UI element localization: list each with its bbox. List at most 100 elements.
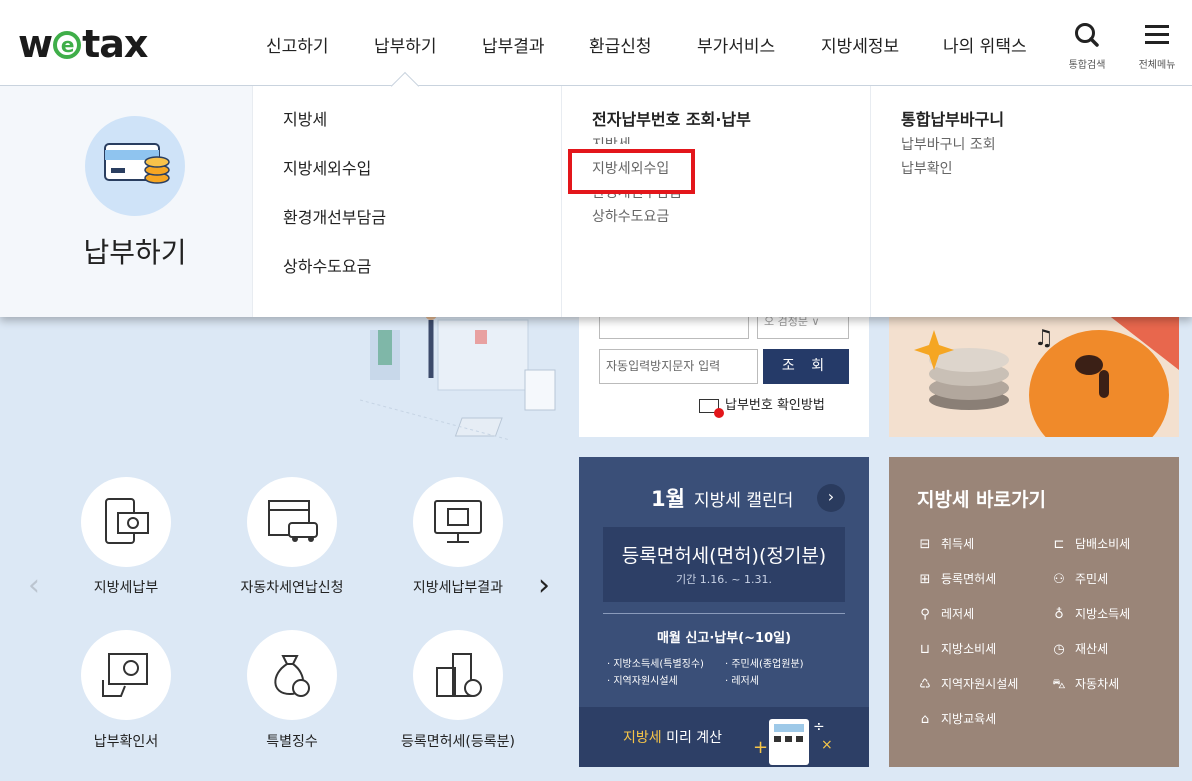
- plus-box-icon: ⊞: [919, 572, 931, 587]
- quick-special-collection[interactable]: [247, 630, 337, 720]
- nav-extra-services[interactable]: 부가서비스: [697, 32, 775, 57]
- quick-label-car-tax-annual[interactable]: 자동차세연납신청: [202, 577, 382, 597]
- mascot-coin-illustration: ♫: [914, 300, 1179, 437]
- shortcut-title: 지방세 바로가기: [917, 489, 1046, 511]
- monthly-item: · 지역자원시설세: [607, 676, 678, 687]
- main-event-title: 등록면허세(면허)(정기분): [621, 545, 827, 567]
- monitor-folder-icon: [434, 500, 482, 543]
- monthly-item: · 지방소득세(특별징수): [607, 659, 704, 670]
- certificate-hand-icon: [102, 653, 148, 697]
- highlight-box: [568, 149, 695, 194]
- card-coins-icon: [104, 143, 170, 184]
- mega-col-integrated-basket: 통합납부바구니 납부바구니 조회 납부확인: [870, 86, 1192, 317]
- shortcut-registration-license-tax[interactable]: ⊞ 등록면허세: [917, 570, 997, 587]
- tax-precalc-button[interactable]: 지방세 미리 계산 + ÷ ×: [579, 707, 869, 767]
- shortcut-local-education-tax[interactable]: ⌂ 지방교육세: [917, 710, 996, 727]
- lookup-button[interactable]: 조 회: [763, 349, 849, 384]
- calendar-next-icon[interactable]: ›: [817, 484, 845, 512]
- bag-icon: ♁: [1054, 607, 1064, 622]
- main-event-period: 기간 1.16. ~ 1.31.: [676, 573, 772, 586]
- shortcut-acquisition-tax[interactable]: ⊟ 취득세: [917, 535, 975, 552]
- mega-col-electronic-payment: 전자납부번호 조회·납부 지방세 지방세외수입 환경개선부담금 상하수도요금: [561, 86, 871, 317]
- cart-icon: ⊔: [919, 642, 931, 657]
- mega-sub-water-fee[interactable]: 상하수도요금: [592, 206, 669, 226]
- mega-head-integrated-basket[interactable]: 통합납부바구니: [901, 106, 1004, 130]
- search-label: 통합검색: [1068, 60, 1106, 71]
- quick-label-payment-certificate[interactable]: 납부확인서: [36, 731, 216, 751]
- quick-payment-result[interactable]: [413, 477, 503, 567]
- calendar-main-event[interactable]: 등록면허세(면허)(정기분) 기간 1.16. ~ 1.31.: [603, 527, 845, 602]
- mega-sub-basket-lookup[interactable]: 납부바구니 조회: [901, 134, 996, 154]
- mega-item-environment-charge[interactable]: 환경개선부담금: [283, 204, 386, 228]
- buildings-icon: [436, 653, 482, 697]
- payment-number-help-link[interactable]: 납부번호 확인방법: [699, 394, 825, 418]
- mega-menu-intro: 납부하기: [0, 86, 252, 317]
- site-header: w e tax 신고하기 납부하기 납부결과 환급신청 부가서비스 지방세정보 나의…: [0, 0, 1192, 86]
- shortcut-tobacco-tax[interactable]: ⊏ 담배소비세: [1051, 535, 1131, 552]
- mega-sub-payment-confirm[interactable]: 납부확인: [901, 158, 953, 178]
- cigarette-icon: ⊏: [1053, 537, 1065, 552]
- mega-item-non-tax-revenue[interactable]: 지방세외수입: [283, 155, 371, 179]
- clock-icon: ◷: [1053, 642, 1065, 657]
- calendar-heading: 1월 지방세 캘린더: [651, 483, 793, 513]
- quick-label-registration-license-tax[interactable]: 등록면허세(등록분): [368, 731, 548, 751]
- wetax-logo[interactable]: w e tax: [18, 22, 148, 66]
- captcha-input[interactable]: 자동입력방지문자 입력: [599, 349, 758, 384]
- mobile-bill-icon: [105, 498, 149, 544]
- all-menu-label: 전체메뉴: [1138, 60, 1176, 71]
- search-tool[interactable]: 통합검색: [1062, 22, 1112, 71]
- shortcut-leisure-tax[interactable]: ⚲ 레저세: [917, 605, 974, 622]
- svg-text:÷: ÷: [813, 719, 825, 735]
- quick-label-special-collection[interactable]: 특별징수: [202, 731, 382, 751]
- bicycle-icon: ⚲: [920, 607, 930, 622]
- calendar-car-icon: [268, 500, 318, 542]
- svg-text:+: +: [753, 737, 768, 758]
- mega-col-payment-types: 지방세 지방세외수입 환경개선부담금 상하수도요금: [252, 86, 562, 317]
- quick-label-payment-result[interactable]: 지방세납부결과: [368, 577, 548, 597]
- mega-menu-circle: [85, 116, 185, 216]
- shortcut-property-tax[interactable]: ◷ 재산세: [1051, 640, 1108, 657]
- svg-text:×: ×: [821, 737, 833, 753]
- mega-menu-title: 납부하기: [83, 236, 187, 269]
- graduation-cap-icon: ⌂: [920, 712, 930, 727]
- mega-item-local-tax[interactable]: 지방세: [283, 106, 327, 130]
- shortcut-automobile-tax[interactable]: ⛍ 자동차세: [1051, 675, 1119, 694]
- nav-my-wetax[interactable]: 나의 위택스: [943, 32, 1027, 57]
- calendar-month: 1월: [651, 487, 685, 511]
- nav-payment[interactable]: 납부하기: [374, 32, 437, 57]
- payment-lookup-card: 오 검정문 ∨ 자동입력방지문자 입력 조 회 납부번호 확인방법: [579, 300, 869, 437]
- quick-payment-certificate[interactable]: [81, 630, 171, 720]
- shortcut-local-consumption-tax[interactable]: ⊔ 지방소비세: [917, 640, 996, 657]
- payment-mega-menu: 납부하기 지방세 지방세외수입 환경개선부담금 상하수도요금 전자납부번호 조회…: [0, 86, 1192, 317]
- all-menu-tool[interactable]: 전체메뉴: [1132, 22, 1182, 71]
- quick-label-local-tax-payment[interactable]: 지방세납부: [36, 577, 216, 597]
- calendar-title: 지방세 캘린더: [694, 491, 794, 511]
- promo-banner[interactable]: ♫: [889, 300, 1179, 437]
- quick-car-tax-annual[interactable]: [247, 477, 337, 567]
- nav-payment-result[interactable]: 납부결과: [482, 32, 545, 57]
- monthly-item: · 주민세(종업원분): [725, 659, 804, 670]
- nav-report[interactable]: 신고하기: [266, 32, 329, 57]
- shortcut-local-income-tax[interactable]: ♁ 지방소득세: [1051, 605, 1130, 622]
- nav-local-tax-info[interactable]: 지방세정보: [821, 32, 899, 57]
- tax-precalc-label: 지방세 미리 계산: [623, 730, 723, 746]
- monthly-title: 매월 신고·납부(~10일): [656, 631, 792, 646]
- help-card-icon: [699, 398, 724, 418]
- search-icon: [1075, 23, 1099, 47]
- calendar-divider: [603, 613, 845, 614]
- quick-registration-license-tax[interactable]: [413, 630, 503, 720]
- nav-refund[interactable]: 환급신청: [589, 32, 652, 57]
- recycle-icon: ♺: [919, 677, 931, 692]
- calculator-hand-icon: + ÷ ×: [753, 719, 833, 765]
- city-illustration: [360, 300, 580, 441]
- monthly-item: · 레저세: [725, 676, 759, 687]
- quick-local-tax-payment[interactable]: [81, 477, 171, 567]
- hamburger-icon: [1145, 25, 1169, 44]
- mega-item-water-fee[interactable]: 상하수도요금: [283, 253, 371, 277]
- local-tax-shortcut-panel: 지방세 바로가기 ⊟ 취득세 ⊞ 등록면허세 ⚲ 레저세 ⊔ 지방소비세 ♺ 지역자원시설…: [889, 457, 1179, 767]
- car-icon: ⛍: [1052, 677, 1066, 692]
- briefcase-icon: ⊟: [919, 537, 931, 552]
- mega-head-electronic-payment[interactable]: 전자납부번호 조회·납부: [592, 106, 751, 130]
- shortcut-regional-resource-tax[interactable]: ♺ 지역자원시설세: [917, 675, 1018, 692]
- shortcut-resident-tax[interactable]: ⚇ 주민세: [1051, 570, 1108, 587]
